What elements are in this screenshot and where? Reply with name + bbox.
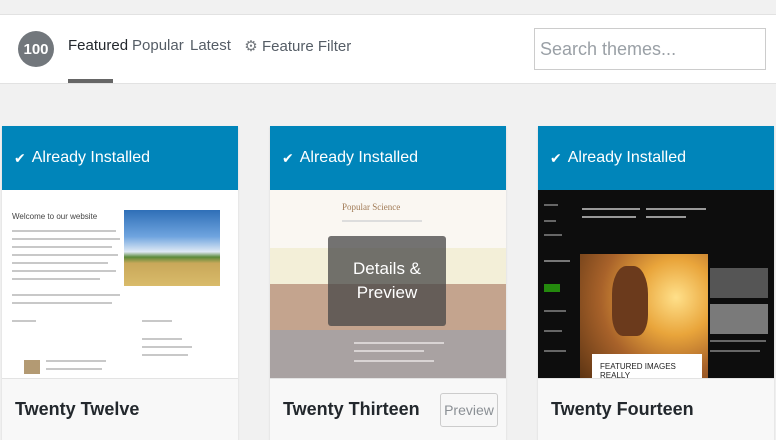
theme-card-twenty-fourteen[interactable]: ✔ Already Installed FEATURED IMAGES REAL… <box>538 126 774 440</box>
gear-icon: ⚙ <box>244 38 258 55</box>
theme-screenshot[interactable]: Welcome to our website <box>2 190 238 378</box>
theme-screenshot[interactable]: Popular Science Details & Preview <box>270 190 506 378</box>
installed-label: Already Installed <box>567 149 687 166</box>
theme-name: Twenty Thirteen <box>283 399 420 419</box>
theme-filter-bar: 100 Featured Popular Latest ⚙ Feature Fil… <box>0 14 776 84</box>
green-button <box>544 284 560 292</box>
theme-card-twenty-twelve[interactable]: ✔ Already Installed Welcome to our websi… <box>2 126 238 440</box>
tab-featured[interactable]: Featured <box>68 37 128 63</box>
theme-name: Twenty Twelve <box>15 399 140 419</box>
checkmark-icon: ✔ <box>282 149 294 166</box>
theme-card-twenty-thirteen[interactable]: ✔ Already Installed Popular Science Deta… <box>270 126 506 440</box>
theme-name-bar: Twenty Twelve <box>2 378 238 440</box>
side-thumbnail <box>710 304 768 334</box>
theme-name-bar: Twenty Fourteen <box>538 378 774 440</box>
details-preview-overlay[interactable]: Details & Preview <box>328 236 446 326</box>
active-tab-indicator <box>68 79 113 83</box>
theme-screenshot[interactable]: FEATURED IMAGES REALLY <box>538 190 774 378</box>
theme-name-bar: Twenty Thirteen Preview <box>270 378 506 440</box>
installed-label: Already Installed <box>31 149 151 166</box>
landscape-image <box>124 210 220 286</box>
feature-filter-label: Feature Filter <box>262 38 352 55</box>
theme-count-badge: 100 <box>18 31 54 67</box>
already-installed-banner: ✔ Already Installed <box>2 126 238 190</box>
screenshot-heading: Welcome to our website <box>12 212 98 221</box>
already-installed-banner: ✔ Already Installed <box>538 126 774 190</box>
theme-name: Twenty Fourteen <box>551 399 694 419</box>
screenshot-heading: FEATURED IMAGES REALLY <box>592 354 702 378</box>
search-input[interactable] <box>534 28 766 70</box>
preview-button[interactable]: Preview <box>440 393 498 427</box>
installed-label: Already Installed <box>299 149 419 166</box>
tab-popular[interactable]: Popular <box>132 37 184 63</box>
checkmark-icon: ✔ <box>550 149 562 166</box>
side-thumbnail <box>710 268 768 298</box>
tab-latest[interactable]: Latest <box>190 37 231 63</box>
checkmark-icon: ✔ <box>14 149 26 166</box>
thumbnail-image <box>24 360 40 374</box>
already-installed-banner: ✔ Already Installed <box>270 126 506 190</box>
tab-feature-filter[interactable]: ⚙ Feature Filter <box>244 37 351 63</box>
screenshot-heading: Popular Science <box>342 202 401 212</box>
